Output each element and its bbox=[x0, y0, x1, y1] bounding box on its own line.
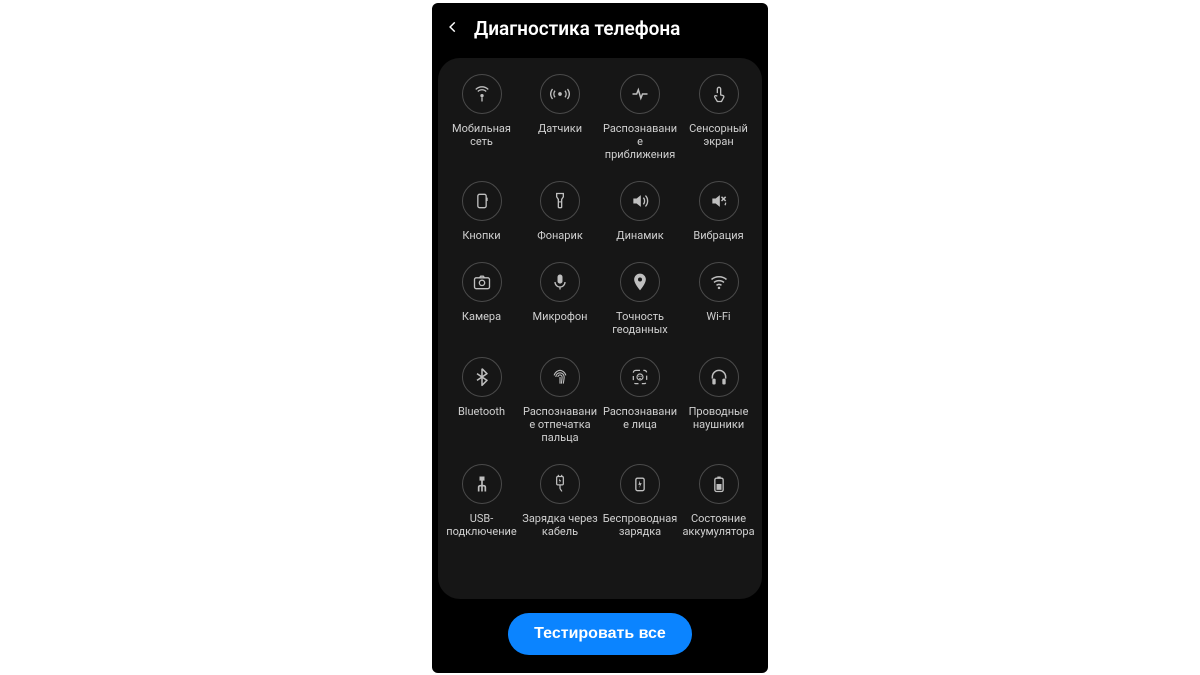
diagnostic-item-label: USB-подключение bbox=[444, 512, 519, 538]
diagnostic-item-microphone[interactable]: Микрофон bbox=[521, 262, 599, 336]
location-icon bbox=[620, 262, 660, 302]
diagnostic-item-buttons[interactable]: Кнопки bbox=[444, 181, 519, 242]
diagnostic-item-cable-charge[interactable]: Зарядка через кабель bbox=[521, 464, 599, 538]
diagnostic-item-battery[interactable]: Состояние аккумулятора bbox=[681, 464, 756, 538]
diagnostic-item-label: Состояние аккумулятора bbox=[681, 512, 756, 538]
page-title: Диагностика телефона bbox=[474, 17, 680, 40]
diagnostic-item-label: Датчики bbox=[538, 122, 582, 135]
diagnostic-item-camera[interactable]: Камера bbox=[444, 262, 519, 336]
mic-icon bbox=[540, 262, 580, 302]
diagnostics-panel: Мобильная сеть Датчики Распознавание прибл… bbox=[438, 58, 762, 599]
diagnostic-item-label: Динамик bbox=[616, 229, 663, 242]
diagnostic-item-label: Точность геоданных bbox=[601, 310, 679, 336]
diagnostic-item-label: Кнопки bbox=[462, 229, 500, 242]
diagnostic-item-label: Распознавание лица bbox=[601, 405, 679, 431]
diagnostic-item-label: Вибрация bbox=[693, 229, 743, 242]
bluetooth-icon bbox=[462, 357, 502, 397]
diagnostic-item-speaker[interactable]: Динамик bbox=[601, 181, 679, 242]
diagnostic-item-label: Беспроводная зарядка bbox=[601, 512, 679, 538]
diagnostic-item-proximity[interactable]: Распознавание приближения bbox=[601, 74, 679, 162]
wifi-icon bbox=[699, 262, 739, 302]
camera-icon bbox=[462, 262, 502, 302]
footer: Тестировать все bbox=[432, 599, 768, 673]
diagnostic-item-label: Камера bbox=[462, 310, 501, 323]
diagnostic-item-label: Фонарик bbox=[537, 229, 583, 242]
diagnostic-item-bluetooth[interactable]: Bluetooth bbox=[444, 357, 519, 445]
wirelesscharge-icon bbox=[620, 464, 660, 504]
diagnostics-grid: Мобильная сеть Датчики Распознавание прибл… bbox=[444, 74, 756, 539]
proximity-icon bbox=[620, 74, 660, 114]
diagnostic-item-label: Зарядка через кабель bbox=[521, 512, 599, 538]
test-all-button[interactable]: Тестировать все bbox=[508, 613, 692, 655]
diagnostic-item-wired-headphones[interactable]: Проводные наушники bbox=[681, 357, 756, 445]
diagnostic-item-label: Сенсорный экран bbox=[681, 122, 756, 148]
usb-icon bbox=[462, 464, 502, 504]
diagnostic-item-face[interactable]: Распознавание лица bbox=[601, 357, 679, 445]
flashlight-icon bbox=[540, 181, 580, 221]
headphones-icon bbox=[699, 357, 739, 397]
diagnostic-item-touchscreen[interactable]: Сенсорный экран bbox=[681, 74, 756, 162]
diagnostic-item-wifi[interactable]: Wi-Fi bbox=[681, 262, 756, 336]
diagnostic-item-label: Мобильная сеть bbox=[444, 122, 519, 148]
diagnostic-item-wireless-charge[interactable]: Беспроводная зарядка bbox=[601, 464, 679, 538]
button-icon bbox=[462, 181, 502, 221]
diagnostic-item-mobile-network[interactable]: Мобильная сеть bbox=[444, 74, 519, 162]
speaker-icon bbox=[620, 181, 660, 221]
diagnostic-item-sensors[interactable]: Датчики bbox=[521, 74, 599, 162]
fingerprint-icon bbox=[540, 357, 580, 397]
diagnostic-item-flashlight[interactable]: Фонарик bbox=[521, 181, 599, 242]
phone-frame: Диагностика телефона Мобильная сеть Датчи… bbox=[432, 3, 768, 673]
diagnostic-item-label: Распознавание отпечатка пальца bbox=[521, 405, 599, 445]
sensor-icon bbox=[540, 74, 580, 114]
back-icon[interactable] bbox=[446, 19, 460, 38]
diagnostic-item-label: Проводные наушники bbox=[681, 405, 756, 431]
diagnostic-item-label: Bluetooth bbox=[458, 405, 505, 418]
diagnostic-item-label: Распознавание приближения bbox=[601, 122, 679, 162]
diagnostic-item-label: Wi-Fi bbox=[706, 310, 730, 323]
face-icon bbox=[620, 357, 660, 397]
diagnostic-item-label: Микрофон bbox=[533, 310, 588, 323]
touch-icon bbox=[699, 74, 739, 114]
cablecharge-icon bbox=[540, 464, 580, 504]
vibration-icon bbox=[699, 181, 739, 221]
battery-icon bbox=[699, 464, 739, 504]
header: Диагностика телефона bbox=[432, 3, 768, 50]
diagnostic-item-fingerprint[interactable]: Распознавание отпечатка пальца bbox=[521, 357, 599, 445]
diagnostic-item-usb[interactable]: USB-подключение bbox=[444, 464, 519, 538]
diagnostic-item-vibration[interactable]: Вибрация bbox=[681, 181, 756, 242]
diagnostic-item-location[interactable]: Точность геоданных bbox=[601, 262, 679, 336]
antenna-icon bbox=[462, 74, 502, 114]
